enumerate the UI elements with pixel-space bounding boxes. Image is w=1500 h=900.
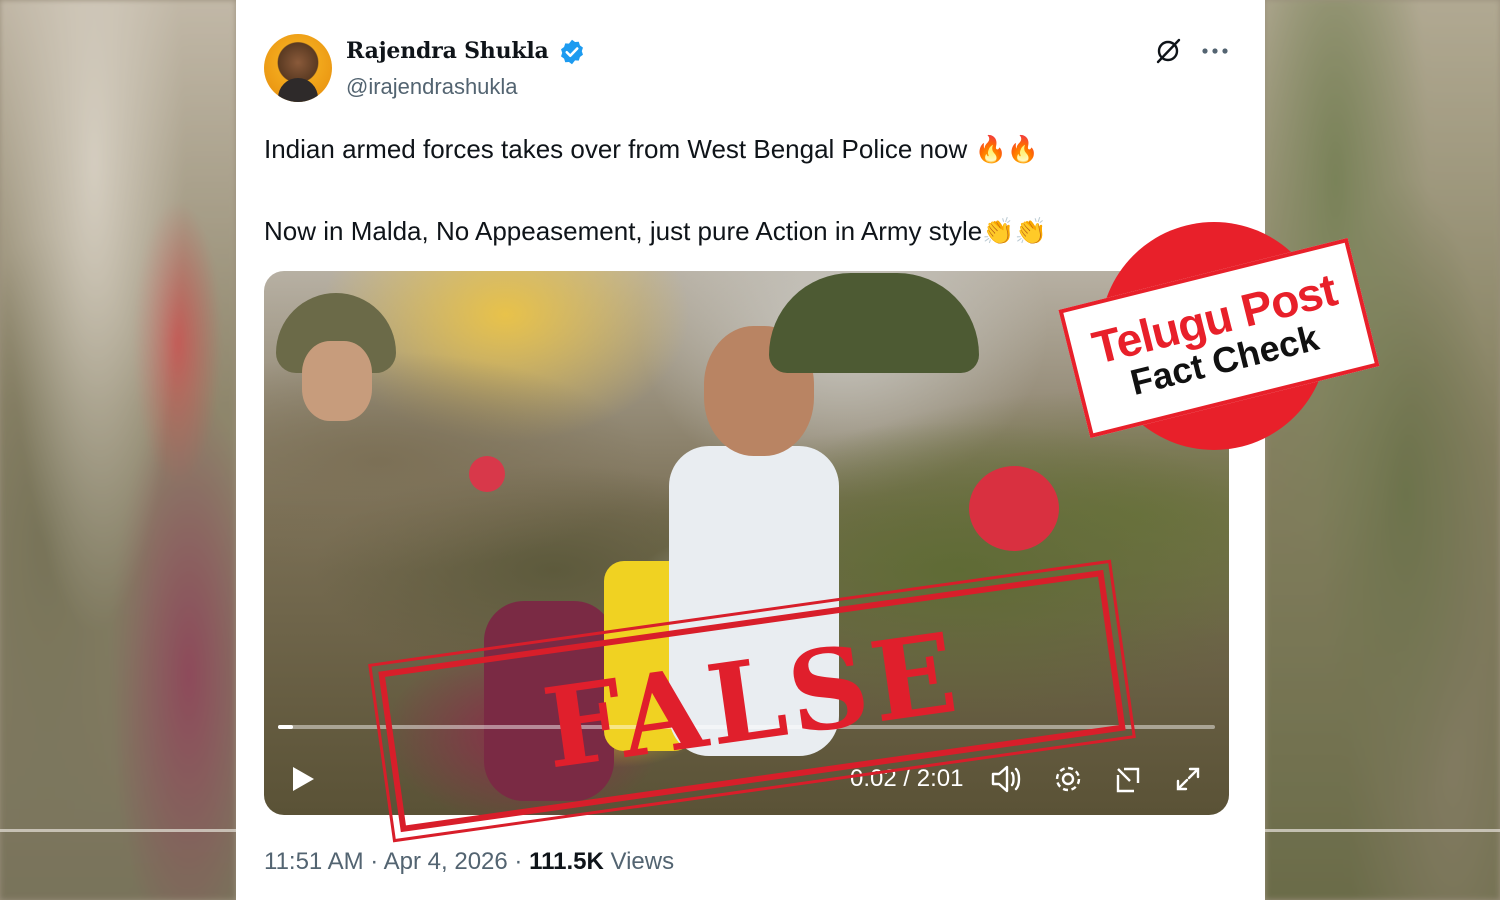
tweet-text-2: Now in Malda, No Appeasement, just pure … (264, 216, 983, 246)
fullscreen-icon[interactable] (1170, 761, 1206, 797)
video-progress-fill (278, 725, 294, 729)
more-icon[interactable] (1198, 36, 1232, 66)
play-icon[interactable] (284, 761, 320, 797)
post-date[interactable]: Apr 4, 2026 (384, 848, 508, 875)
fact-check-badge: Telugu Post Fact Check (1058, 222, 1380, 450)
tweet-text-1: Indian armed forces takes over from West… (264, 134, 968, 164)
clap-emoji: 👏👏 (982, 216, 1047, 246)
settings-icon[interactable] (1050, 761, 1086, 797)
video-time: 0:02 / 2:01 (850, 765, 964, 792)
background-divider-left (0, 829, 236, 832)
views-count: 111.5K (529, 848, 604, 875)
tweet-text-line-1: Indian armed forces takes over from West… (264, 134, 1039, 165)
views-label: Views (610, 848, 675, 875)
false-stamp-text: FALSE (536, 607, 968, 794)
grok-icon[interactable] (1153, 36, 1183, 66)
author-name[interactable]: Rajendra Shukla (346, 38, 549, 64)
avatar[interactable] (264, 34, 332, 102)
video-scene-shape (969, 466, 1059, 551)
post-metadata: 11:51 AM · Apr 4, 2026 · 111.5K Views (264, 848, 674, 876)
volume-icon[interactable] (988, 761, 1024, 797)
video-scene-shape (469, 456, 505, 492)
verified-badge-icon (561, 39, 583, 65)
popout-icon[interactable] (1110, 761, 1146, 797)
post-time[interactable]: 11:51 AM (264, 848, 364, 875)
fire-emoji: 🔥🔥 (974, 134, 1040, 164)
meta-separator: · (370, 848, 379, 875)
background-left-blur (0, 0, 236, 900)
background-right-blur (1265, 0, 1500, 900)
background-divider-right (1265, 829, 1500, 832)
author-handle[interactable]: @irajendrashukla (346, 74, 518, 100)
tweet-text-line-2: Now in Malda, No Appeasement, just pure … (264, 216, 1047, 247)
video-scene-shape (302, 341, 372, 421)
meta-separator: · (514, 848, 523, 875)
video-scene-shape (769, 273, 979, 373)
